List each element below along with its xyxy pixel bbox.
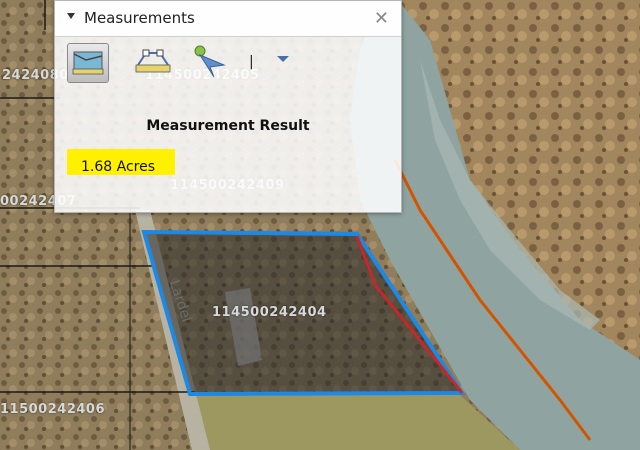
close-icon[interactable]: ✕ [374,8,389,29]
result-value: 1.68 Acres [67,149,175,175]
parcel-label: 114500242404 [212,305,327,320]
measurements-widget: Measurements ✕ | Measurement Result 1.68… [54,0,402,213]
area-icon [72,51,104,75]
distance-tool-button[interactable] [130,43,171,81]
result-title: Measurement Result [146,118,310,134]
location-icon [194,45,226,78]
parcel-label: 11500242406 [0,402,105,417]
area-tool-button[interactable] [67,43,109,83]
units-separator: | [249,54,254,70]
widget-header[interactable]: Measurements ✕ [55,1,401,37]
distance-icon [135,49,171,73]
units-dropdown-icon[interactable] [277,56,289,62]
collapse-icon[interactable] [67,13,75,19]
location-tool-button[interactable] [190,43,230,81]
widget-title: Measurements [84,9,195,27]
